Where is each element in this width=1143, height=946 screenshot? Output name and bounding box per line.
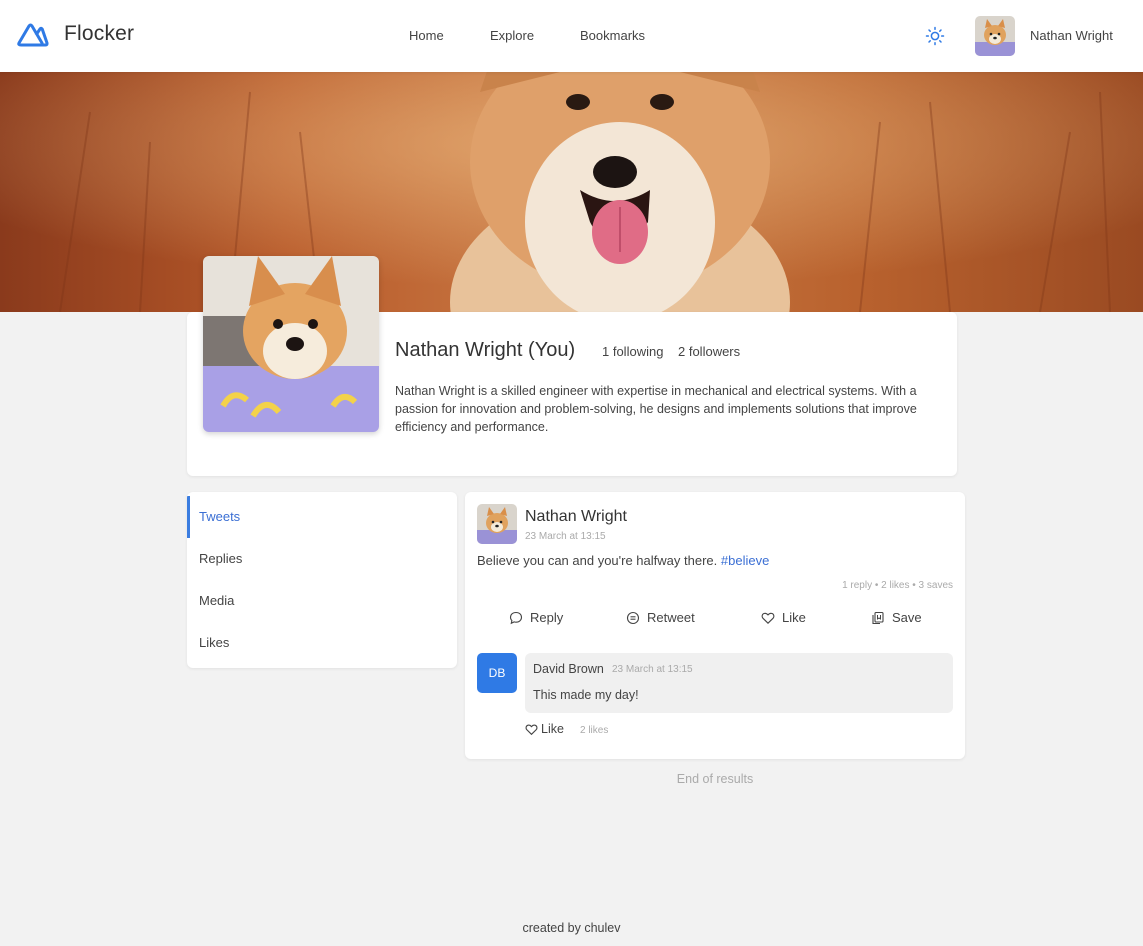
tweet-timestamp: 23 March at 13:15 [525, 531, 606, 542]
heart-icon [525, 724, 538, 735]
reply-like-button[interactable]: Like [525, 722, 564, 736]
nav-bookmarks-link[interactable]: Bookmarks [580, 28, 645, 43]
nav-explore-link[interactable]: Explore [490, 28, 534, 43]
profile-avatar [203, 256, 379, 432]
tab-media[interactable]: Media [187, 580, 457, 622]
tweet-hashtag[interactable]: #believe [721, 553, 769, 568]
retweet-label: Retweet [647, 610, 695, 625]
reply-likes-count: 2 likes [580, 725, 609, 736]
header-username[interactable]: Nathan Wright [1030, 28, 1113, 43]
reply-like-label: Like [541, 722, 564, 736]
heart-icon [761, 612, 775, 624]
footer-credit: created by chulev [522, 921, 621, 935]
profile-name: Nathan Wright (You) [395, 339, 576, 361]
save-button[interactable]: Save [871, 610, 922, 625]
retweet-button[interactable]: Retweet [626, 610, 695, 625]
save-label: Save [892, 610, 922, 625]
tab-likes[interactable]: Likes [187, 622, 457, 664]
like-label: Like [782, 610, 806, 625]
tab-replies[interactable]: Replies [187, 538, 457, 580]
reply-bubble: David Brown 23 March at 13:15 This made … [525, 653, 953, 713]
bookmark-copy-icon [872, 611, 884, 624]
reply-label: Reply [530, 610, 564, 625]
profile-tabs: Tweets Replies Media Likes [187, 492, 457, 668]
shiba-cover-image [0, 72, 1143, 312]
nav-home-link[interactable]: Home [409, 28, 444, 43]
reply-button[interactable]: Reply [509, 610, 563, 625]
dog-avatar-image [975, 16, 1015, 56]
header-avatar[interactable] [975, 16, 1015, 56]
tweet-author-name[interactable]: Nathan Wright [525, 508, 627, 526]
tweet-stats: 1 reply • 2 likes • 3 saves [842, 580, 953, 591]
retweet-icon [626, 611, 640, 624]
cover-image [0, 72, 1143, 312]
tweet-author-avatar[interactable] [477, 504, 517, 544]
end-of-results: End of results [676, 772, 754, 786]
tab-tweets[interactable]: Tweets [187, 496, 457, 538]
tweet-body: Believe you can and you're halfway there… [477, 553, 718, 568]
dog-profile-image [203, 256, 379, 432]
reply-timestamp: 23 March at 13:15 [612, 664, 693, 675]
reply-author-name[interactable]: David Brown [533, 662, 604, 676]
tweet-card: Nathan Wright 23 March at 13:15 Believe … [465, 492, 965, 759]
dog-avatar-image [477, 504, 517, 544]
brand-name: Flocker [64, 22, 135, 45]
brand[interactable]: Flocker [16, 21, 134, 47]
sun-icon[interactable] [925, 26, 945, 46]
profile-bio: Nathan Wright is a skilled engineer with… [395, 384, 917, 434]
top-navbar: Flocker Home Explore Bookmarks Nathan Wr… [0, 0, 1143, 72]
like-button[interactable]: Like [761, 610, 806, 625]
following-count[interactable]: 1 following [602, 344, 663, 359]
reply-author-avatar[interactable]: DB [477, 653, 517, 693]
tweet-text: Believe you can and you're halfway there… [477, 553, 769, 568]
reply-text: This made my day! [533, 688, 639, 702]
speech-bubble-icon [509, 611, 523, 624]
flocker-logo-icon [17, 23, 49, 47]
followers-count[interactable]: 2 followers [678, 344, 740, 359]
